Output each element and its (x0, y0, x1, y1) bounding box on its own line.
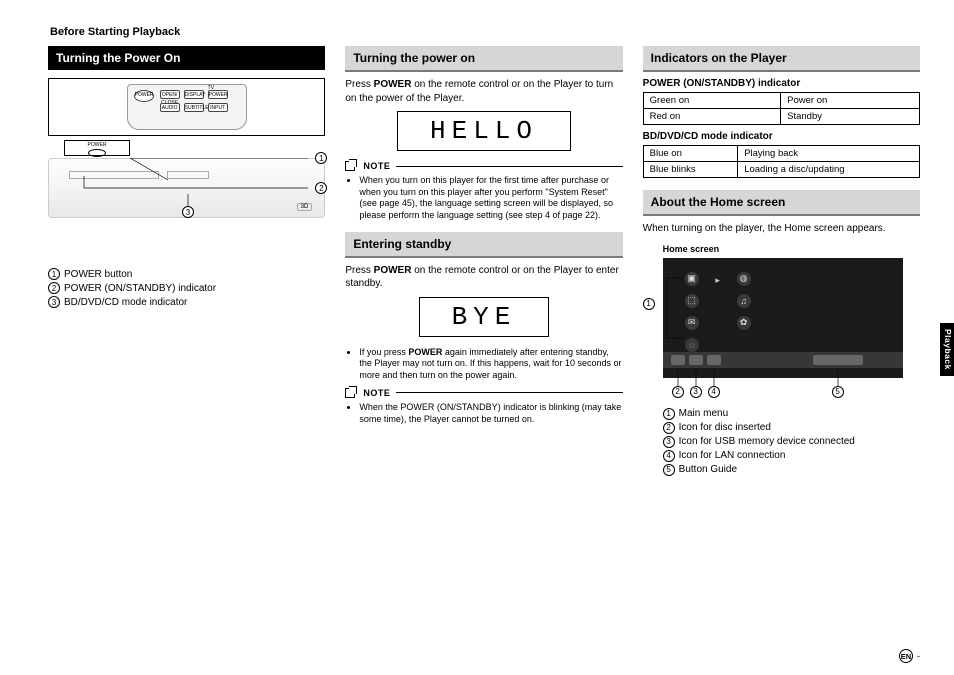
note-bullet: When you turn on this player for the fir… (359, 175, 622, 222)
home-icon: ✿ (737, 316, 751, 330)
legend-item: Icon for disc inserted (679, 422, 771, 433)
table-mode-indicator: Blue onPlaying back Blue blinksLoading a… (643, 145, 920, 178)
table-power-indicator: Green onPower on Red onStandby (643, 92, 920, 125)
callout-number-1: 1 (643, 298, 655, 310)
remote-display-button: DISPLAY (184, 90, 204, 99)
heading-entering-standby: Entering standby (345, 232, 622, 258)
remote-power-button: POWER (134, 90, 154, 102)
legend-item: Main menu (679, 408, 728, 419)
remote-audio-button: AUDIO (160, 103, 180, 112)
lcd-bye: BYE (419, 297, 550, 337)
home-icon: ♫ (737, 294, 751, 308)
home-screen-caption: Home screen (663, 244, 920, 254)
callout-number-1: 1 (315, 152, 327, 164)
callout-number-2: 2 (315, 182, 327, 194)
home-icon: ◌ (685, 338, 699, 352)
home-icon: ⬚ (685, 294, 699, 308)
note-label: NOTE (363, 161, 390, 171)
legend-item: POWER button (64, 269, 132, 280)
home-icon: ▣ (685, 272, 699, 286)
bar-disc-icon (671, 355, 685, 365)
home-icon: ✉ (685, 316, 699, 330)
home-icon: ◍ (737, 272, 751, 286)
callout-number-4: 4 (708, 386, 720, 398)
table-caption-mode: BD/DVD/CD mode indicator (643, 131, 920, 142)
heading-home-screen: About the Home screen (643, 190, 920, 216)
legend-item: Button Guide (679, 464, 737, 475)
heading-turning-power-on: Turning the power on (345, 46, 622, 72)
note-label: NOTE (363, 388, 390, 398)
note-icon (345, 161, 355, 171)
callout-number-3: 3 (182, 206, 194, 218)
legend-item: POWER (ON/STANDBY) indicator (64, 283, 216, 294)
legend-item: BD/DVD/CD mode indicator (64, 297, 187, 308)
note-icon (345, 388, 355, 398)
note-bullet-blinking: When the POWER (ON/STANDBY) indicator is… (359, 402, 622, 425)
table-caption-power: POWER (ON/STANDBY) indicator (643, 78, 920, 89)
lcd-hello: HELLO (397, 111, 571, 151)
column-left: Turning the Power On POWER OPEN/CLOSE DI… (48, 46, 325, 478)
callout-number-3: 3 (690, 386, 702, 398)
legend-list-home: 1Main menu 2Icon for disc inserted 3Icon… (663, 408, 920, 476)
remote-open-close-button: OPEN/CLOSE (160, 90, 180, 99)
legend-item: Icon for LAN connection (679, 450, 786, 461)
callout-number-5: 5 (832, 386, 844, 398)
bar-button-guide (813, 355, 863, 365)
bullet-standby-wait: If you press POWER again immediately aft… (359, 347, 622, 382)
side-tab-playback: Playback (940, 323, 954, 376)
remote-input-button: INPUT (208, 103, 228, 112)
bar-usb-icon (689, 355, 703, 365)
para-power-on: Press POWER on the remote control or on … (345, 78, 622, 105)
para-standby: Press POWER on the remote control or on … (345, 264, 622, 291)
column-middle: Turning the power on Press POWER on the … (345, 46, 622, 478)
breadcrumb: Before Starting Playback (50, 26, 920, 38)
home-arrow-icon: ▸ (711, 274, 725, 288)
remote-tv-power-button: POWER (208, 90, 228, 99)
heading-indicators: Indicators on the Player (643, 46, 920, 72)
remote-subtitle-button: SUBTITLE (184, 103, 204, 112)
page-language-badge: EN- (899, 649, 920, 663)
legend-item: Icon for USB memory device connected (679, 436, 855, 447)
bar-lan-icon (707, 355, 721, 365)
remote-illustration: POWER OPEN/CLOSE DISPLAY TV POWER AUDIO … (48, 78, 325, 136)
callout-number-2: 2 (672, 386, 684, 398)
column-right: Indicators on the Player POWER (ON/STAND… (643, 46, 920, 478)
legend-list-player: 1POWER button 2POWER (ON/STANDBY) indica… (48, 268, 325, 308)
home-screen-illustration: ▣ ▸ ◍ ⬚ ♫ ✉ ✿ ◌ (663, 258, 903, 378)
heading-turning-power-on-main: Turning the Power On (48, 46, 325, 70)
para-home-screen: When turning on the player, the Home scr… (643, 222, 920, 236)
callout-power-zoom: POWER (64, 140, 130, 156)
